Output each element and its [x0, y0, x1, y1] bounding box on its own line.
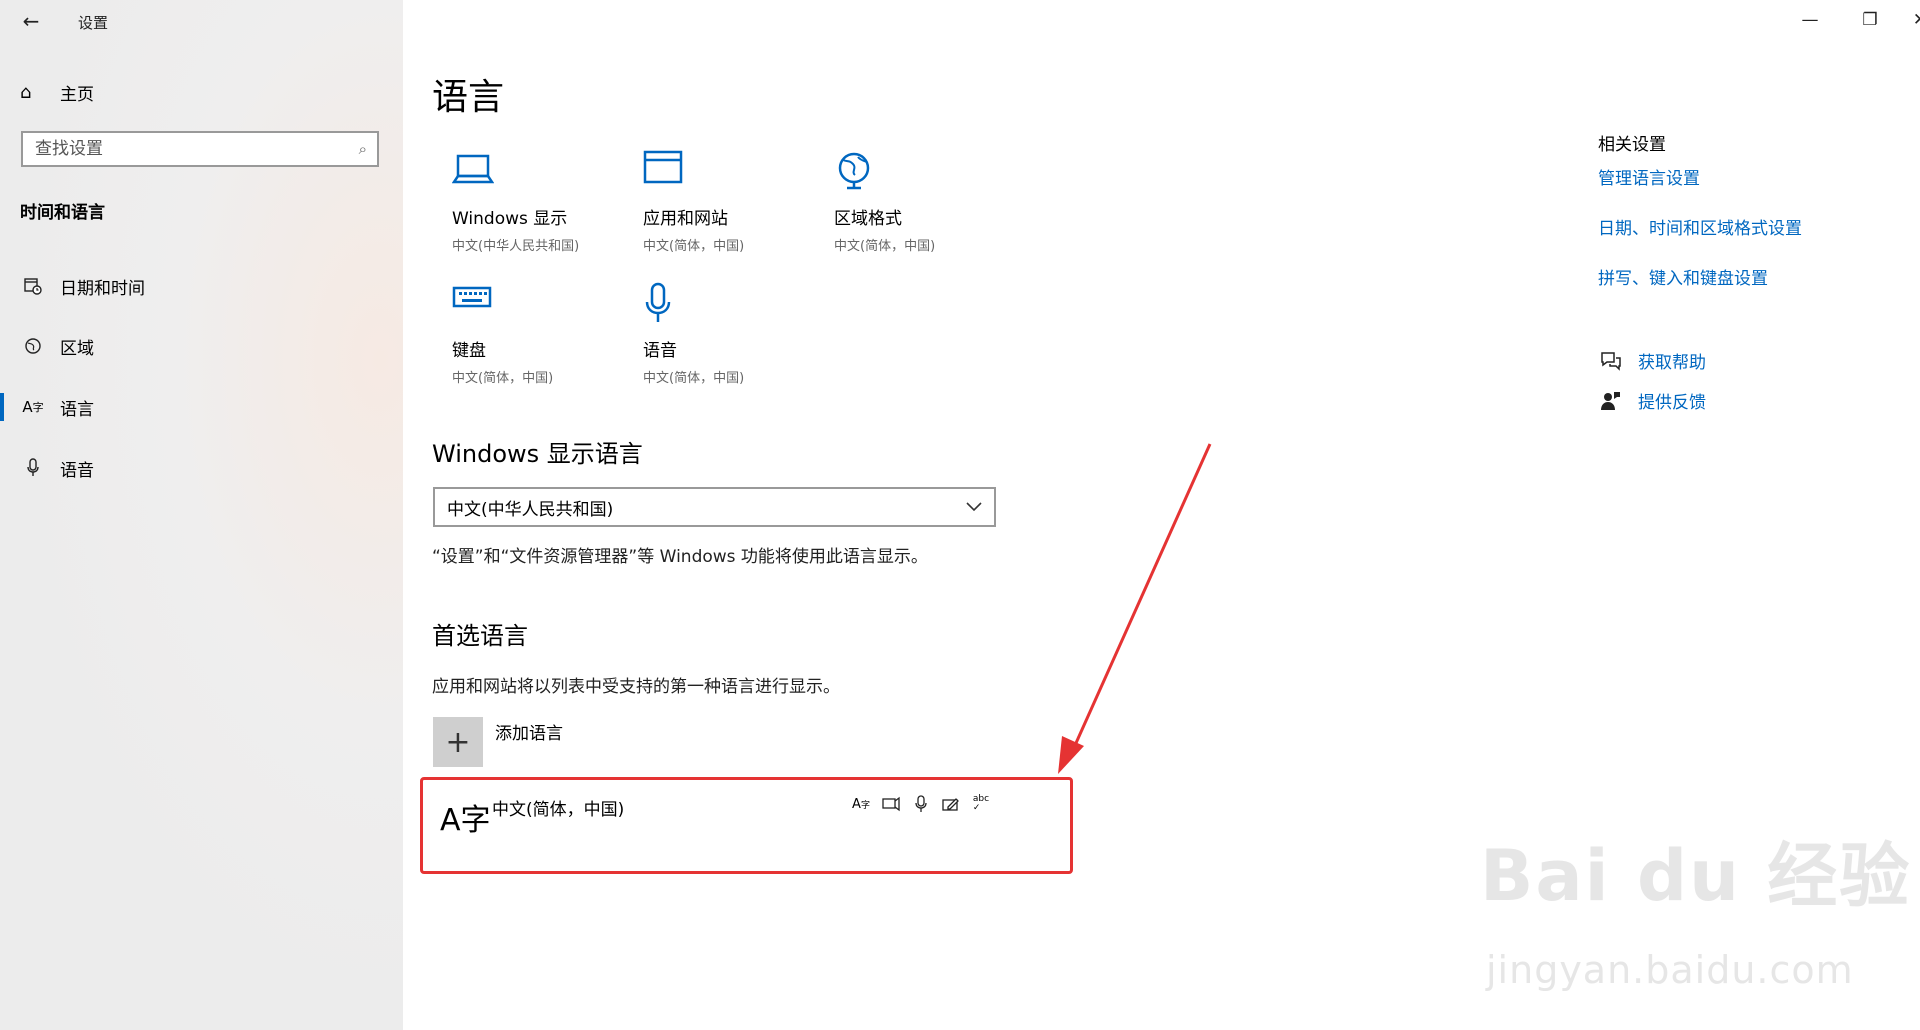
close-button[interactable]: ✕ [1900, 6, 1920, 34]
chat-help-icon [1598, 351, 1624, 371]
search-box[interactable]: ⌕ [21, 131, 379, 167]
tile-sub: 中文(简体，中国) [834, 239, 936, 254]
search-input[interactable] [33, 138, 359, 160]
tile-windows-display[interactable]: Windows 显示 中文(中华人民共和国) [451, 150, 632, 254]
globe-format-icon [834, 150, 1014, 196]
highlight-annotation [420, 777, 1073, 874]
tile-speech[interactable]: 语音 中文(简体，中国) [643, 282, 823, 386]
add-language-button[interactable]: + 添加语言 [433, 717, 563, 767]
language-icon: A字 [22, 398, 44, 416]
sidebar-item-label: 语言 [60, 399, 94, 420]
display-language-select[interactable]: 中文(中华人民共和国) [433, 487, 996, 527]
tile-sub: 中文(中华人民共和国) [452, 239, 580, 254]
back-arrow-icon[interactable]: ← [18, 8, 44, 34]
tile-label: 语音 [643, 341, 677, 361]
sidebar-item-label: 区域 [60, 338, 94, 359]
tile-keyboard[interactable]: 键盘 中文(简体，中国) [452, 282, 632, 386]
baidu-watermark: Bai du 经验 [1480, 835, 1912, 917]
link-date-time-region[interactable]: 日期、时间和区域格式设置 [1598, 214, 1802, 239]
sidebar-item-label: 语音 [60, 460, 94, 481]
nav-home-label: 主页 [60, 85, 94, 105]
feedback-icon [1598, 390, 1624, 412]
tile-label: 键盘 [452, 341, 486, 361]
display-language-heading: Windows 显示语言 [432, 440, 643, 468]
display-language-note: “设置”和“文件资源管理器”等 Windows 功能将使用此语言显示。 [432, 547, 928, 567]
related-settings-title: 相关设置 [1598, 135, 1666, 155]
get-help-label: 获取帮助 [1638, 353, 1706, 373]
sidebar-item-speech[interactable]: 语音 [0, 444, 403, 492]
microphone-icon [20, 458, 46, 478]
minimize-button[interactable]: — [1790, 6, 1830, 34]
sidebar-item-language[interactable]: A字 语言 [0, 383, 403, 431]
laptop-icon [451, 150, 632, 196]
tile-apps-websites[interactable]: 应用和网站 中文(简体，中国) [643, 150, 823, 254]
tile-label: 应用和网站 [643, 209, 728, 229]
give-feedback-label: 提供反馈 [1638, 393, 1706, 413]
active-indicator [0, 393, 4, 421]
preferred-language-heading: 首选语言 [432, 622, 528, 650]
get-help-link[interactable]: 获取帮助 [1598, 348, 1706, 373]
sidebar-item-label: 日期和时间 [60, 278, 145, 299]
plus-icon: + [433, 717, 483, 767]
sidebar: ← 设置 ⌂ 主页 ⌕ 时间和语言 日期和时间 区域 A字 语言 语音 [0, 0, 403, 1030]
calendar-clock-icon [20, 277, 46, 295]
selected-value: 中文(中华人民共和国) [447, 499, 614, 520]
add-language-label: 添加语言 [495, 724, 563, 744]
window-icon [643, 150, 823, 196]
chevron-down-icon [966, 497, 982, 517]
red-arrow-annotation [1058, 443, 1212, 774]
tile-label: Windows 显示 [452, 209, 568, 229]
section-title: 时间和语言 [20, 203, 105, 223]
tile-sub: 中文(简体，中国) [643, 239, 745, 254]
nav-home[interactable]: ⌂ 主页 [20, 80, 94, 105]
sidebar-item-region[interactable]: 区域 [0, 322, 403, 370]
page-title: 语言 [432, 77, 505, 118]
link-spelling-typing-keyboard[interactable]: 拼写、键入和键盘设置 [1598, 264, 1768, 289]
tile-label: 区域格式 [834, 209, 902, 229]
tile-sub: 中文(简体，中国) [452, 371, 554, 386]
microphone-icon [643, 282, 823, 328]
maximize-button[interactable]: ❐ [1850, 6, 1890, 34]
keyboard-icon [452, 282, 632, 328]
baidu-watermark-url: jingyan.baidu.com [1486, 948, 1854, 992]
app-title: 设置 [78, 14, 109, 32]
sidebar-item-date-time[interactable]: 日期和时间 [0, 262, 403, 310]
globe-icon [20, 337, 46, 355]
preferred-language-note: 应用和网站将以列表中受支持的第一种语言进行显示。 [432, 677, 840, 697]
link-manage-language[interactable]: 管理语言设置 [1598, 164, 1700, 189]
tile-regional-format[interactable]: 区域格式 中文(简体，中国) [834, 150, 1014, 254]
home-icon: ⌂ [20, 82, 32, 103]
tile-sub: 中文(简体，中国) [643, 371, 745, 386]
search-icon[interactable]: ⌕ [359, 140, 367, 158]
give-feedback-link[interactable]: 提供反馈 [1598, 388, 1706, 413]
